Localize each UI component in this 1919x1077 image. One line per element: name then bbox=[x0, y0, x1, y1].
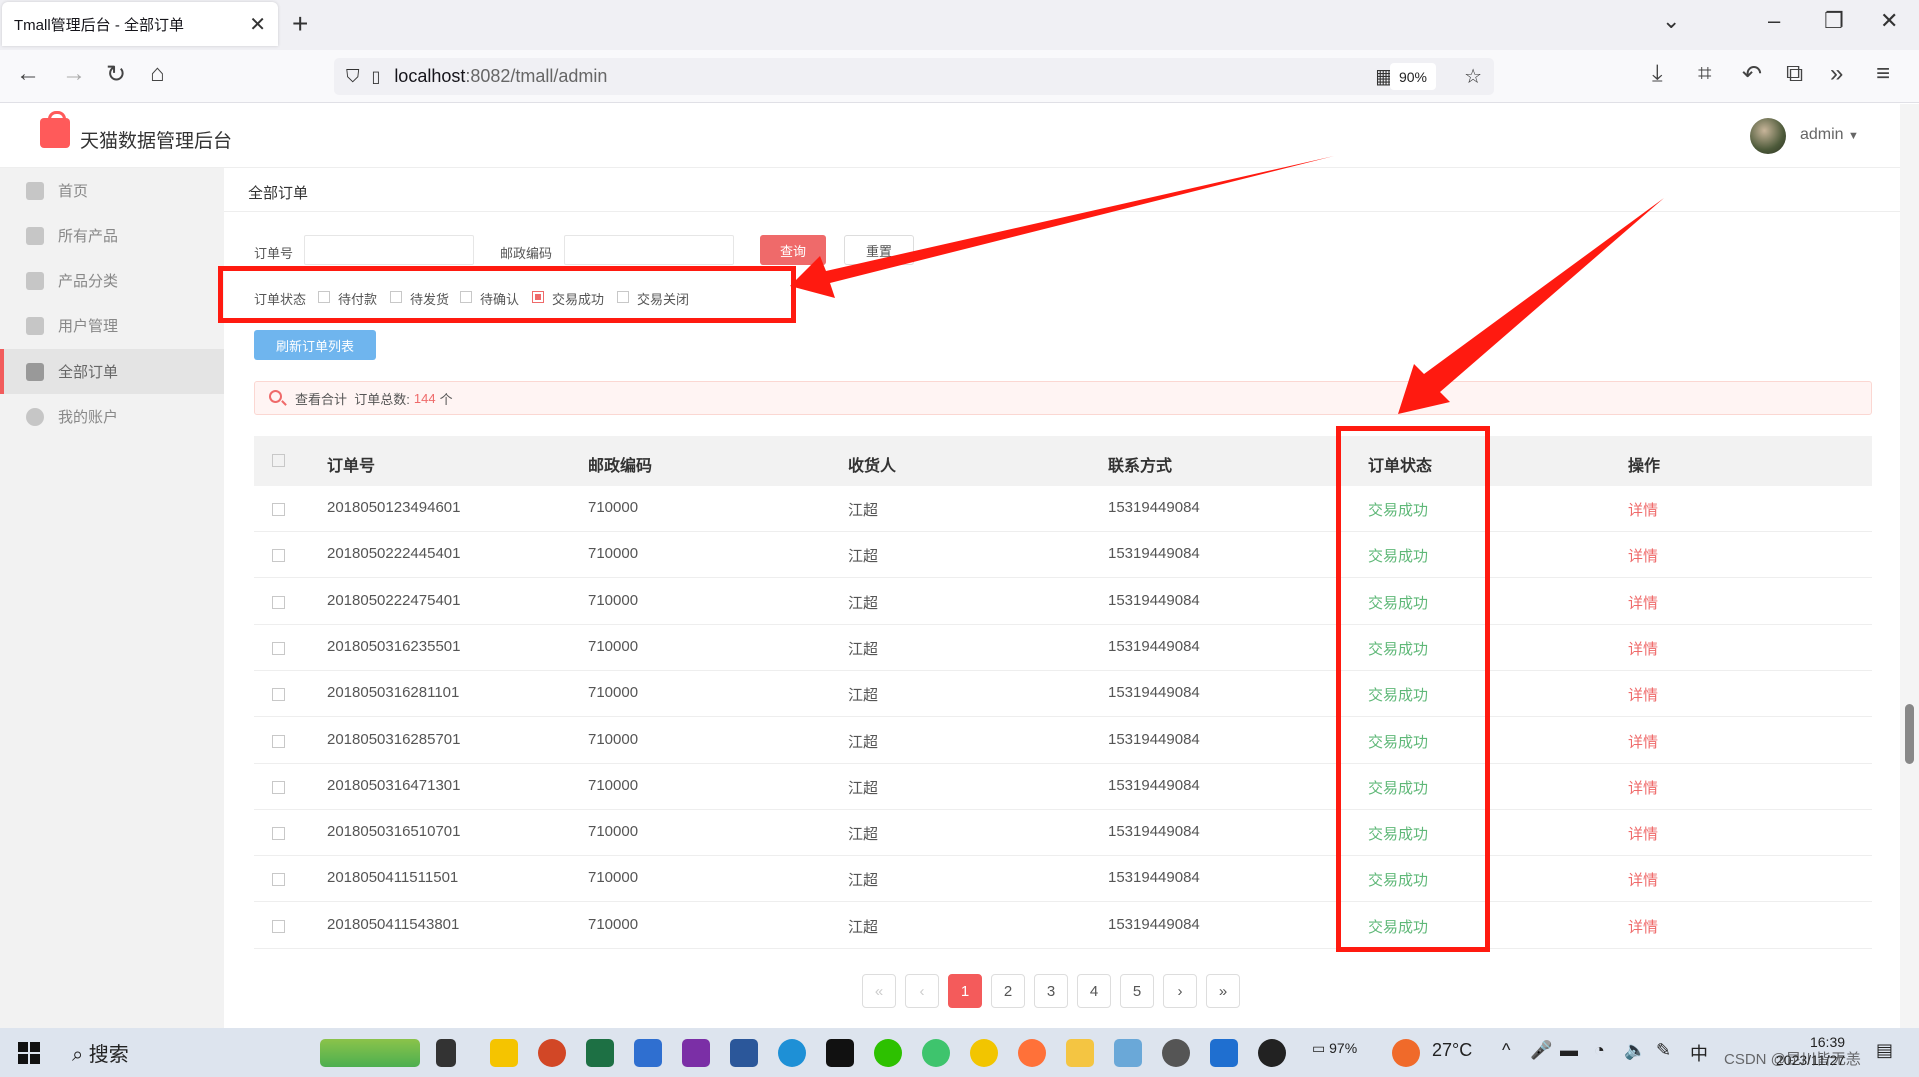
volume-icon[interactable]: 🔈 bbox=[1624, 1040, 1646, 1061]
wifi-icon[interactable]: ◔ bbox=[1594, 1040, 1605, 1061]
sticky-notes-icon[interactable] bbox=[490, 1039, 518, 1067]
app-icon[interactable] bbox=[922, 1039, 950, 1067]
powerpoint-icon[interactable] bbox=[538, 1039, 566, 1067]
windows-taskbar: ⌕ 搜索 ▭ 97% 27°C ^ 🎤 ▬ ◔ 🔈 ✎ 中 16:39 2023… bbox=[0, 1028, 1919, 1077]
onenote-icon[interactable] bbox=[682, 1039, 710, 1067]
pen-icon[interactable]: ✎ bbox=[1656, 1040, 1671, 1061]
visio-icon[interactable] bbox=[634, 1039, 662, 1067]
ime-indicator[interactable]: 中 bbox=[1690, 1040, 1708, 1066]
taskbar-search[interactable]: ⌕ 搜索 bbox=[72, 1038, 129, 1067]
windows-start-icon[interactable] bbox=[18, 1042, 40, 1064]
microphone-icon[interactable]: 🎤 bbox=[1530, 1040, 1552, 1061]
search-highlight-image bbox=[320, 1039, 420, 1067]
notification-icon[interactable]: ▤ bbox=[1876, 1040, 1893, 1061]
annotation-arrows bbox=[790, 156, 1664, 414]
intellij-icon[interactable] bbox=[826, 1039, 854, 1067]
app-icon[interactable] bbox=[1114, 1039, 1142, 1067]
task-view-icon[interactable] bbox=[436, 1039, 456, 1067]
watermark: CSDN @昆川皆无恙 bbox=[1724, 1051, 1861, 1068]
media-player-icon[interactable] bbox=[1210, 1039, 1238, 1067]
battery-indicator[interactable]: ▭ 97% bbox=[1312, 1040, 1357, 1057]
weather-icon[interactable] bbox=[1392, 1039, 1420, 1067]
edge-icon[interactable] bbox=[778, 1039, 806, 1067]
firefox-icon[interactable] bbox=[1018, 1039, 1046, 1067]
taskbar-search-label: 搜索 bbox=[88, 1044, 129, 1066]
file-explorer-icon[interactable] bbox=[1066, 1039, 1094, 1067]
arrow-to-status-filter bbox=[790, 156, 1334, 298]
chevron-up-icon[interactable]: ^ bbox=[1502, 1040, 1510, 1061]
battery-icon[interactable]: ▬ bbox=[1560, 1040, 1578, 1061]
arrow-to-status-column bbox=[1398, 198, 1664, 414]
qq-icon[interactable] bbox=[1258, 1039, 1286, 1067]
wechat-icon[interactable] bbox=[874, 1039, 902, 1067]
word-icon[interactable] bbox=[730, 1039, 758, 1067]
excel-icon[interactable] bbox=[586, 1039, 614, 1067]
weather-temp[interactable]: 27°C bbox=[1432, 1040, 1472, 1061]
music-icon[interactable] bbox=[970, 1039, 998, 1067]
battery-percent: 97% bbox=[1329, 1040, 1358, 1056]
settings-gear-icon[interactable] bbox=[1162, 1039, 1190, 1067]
